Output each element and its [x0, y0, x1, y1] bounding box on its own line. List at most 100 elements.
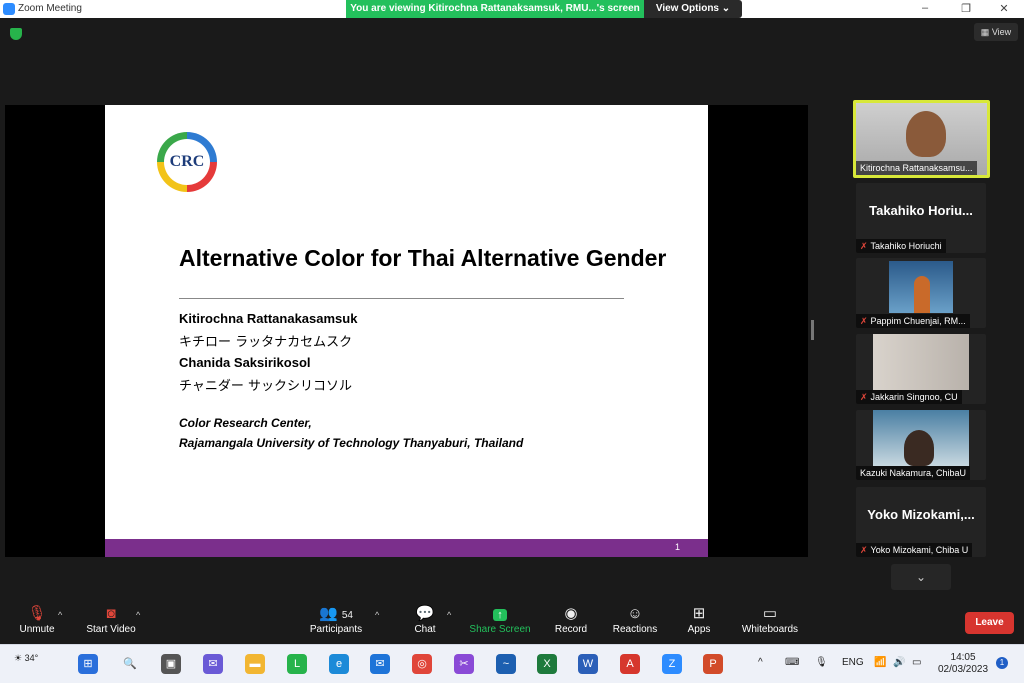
record-label: Record — [554, 624, 588, 635]
search-icon[interactable]: 🔍 — [120, 654, 140, 674]
participant-tile[interactable]: ✗ Jakkarin Singnoo, CU — [856, 334, 986, 404]
notification-badge[interactable]: 1 — [996, 657, 1008, 669]
volume-icon[interactable]: 🔊 — [893, 657, 905, 668]
file-explorer-icon[interactable]: ▬ — [245, 654, 265, 674]
author-2: Chanida Saksirikosol — [179, 355, 311, 370]
participant-name-text: Jakkarin Singnoo, CU — [870, 392, 958, 402]
clock-date: 02/03/2023 — [938, 664, 989, 675]
meeting-toolbar: 🎙 Unmute ^ ◙ Start Video ^ 👥 54 Particip… — [0, 600, 1024, 644]
keyboard-icon[interactable]: ⌨ — [785, 657, 799, 668]
powerpoint-icon[interactable]: P — [703, 654, 723, 674]
view-options-button[interactable]: View Options ⌄ — [644, 0, 742, 18]
slide-page-number: 1 — [674, 542, 680, 552]
chat-options-caret[interactable]: ^ — [447, 610, 451, 620]
apps-label: Apps — [687, 624, 711, 635]
participant-tile[interactable]: Kazuki Nakamura, ChibaU — [856, 410, 986, 480]
author-1: Kitirochna Rattanakasamsuk — [179, 311, 358, 326]
window-title: Zoom Meeting — [18, 3, 82, 14]
video-off-icon: ◙ — [106, 605, 116, 622]
person-head-shape — [904, 430, 934, 466]
reactions-label: Reactions — [612, 624, 658, 635]
author-2-japanese: チャニダー サックシリコソル — [179, 379, 353, 394]
line-app-icon[interactable]: L — [287, 654, 307, 674]
participant-tile[interactable]: Takahiko Horiu... ✗ Takahiko Horiuchi — [856, 183, 986, 253]
scroll-down-button[interactable]: ⌄ — [891, 564, 951, 590]
edge-browser-icon[interactable]: e — [329, 654, 349, 674]
battery-icon[interactable]: ▭ — [912, 657, 921, 668]
affiliation-line-2: Rajamangala University of Technology Tha… — [179, 436, 524, 450]
tray-overflow-icon[interactable]: ^ — [758, 657, 763, 668]
language-indicator[interactable]: ENG — [842, 657, 864, 668]
chrome-icon[interactable]: ◎ — [412, 654, 432, 674]
crc-logo-text: CRC — [164, 139, 210, 185]
chevron-down-icon: ⌄ — [915, 570, 927, 584]
microphone-icon[interactable]: 🎙 — [815, 657, 828, 668]
pdf-reader-icon[interactable]: A — [620, 654, 640, 674]
slide-divider — [179, 298, 624, 299]
windows-taskbar: ☀ 34° ⊞ 🔍 ▣ ✉ ▬ L e ✉ ◎ ✂ ~ X W A Z P ^ … — [0, 644, 1024, 683]
snipping-tool-icon[interactable]: ✂ — [454, 654, 474, 674]
start-icon[interactable]: ⊞ — [78, 654, 98, 674]
clock[interactable]: 14:05 02/03/2023 — [938, 652, 988, 676]
participant-name: Kitirochna Rattanaksamsu... — [856, 161, 977, 175]
screen-share-banner: You are viewing Kitirochna Rattanaksamsu… — [346, 0, 644, 18]
task-view-icon[interactable]: ▣ — [161, 654, 181, 674]
participant-name: ✗ Yoko Mizokami, Chiba U — [856, 543, 973, 557]
video-options-caret[interactable]: ^ — [136, 610, 140, 620]
word-icon[interactable]: W — [578, 654, 598, 674]
weather-widget[interactable]: ☀ 34° — [14, 653, 38, 664]
teams-chat-icon[interactable]: ✉ — [203, 654, 223, 674]
whiteboards-label: Whiteboards — [741, 624, 799, 635]
whiteboard-app-icon[interactable]: ~ — [496, 654, 516, 674]
presentation-slide: CRC Alternative Color for Thai Alternati… — [105, 105, 708, 557]
participant-tile[interactable]: Yoko Mizokami,... ✗ Yoko Mizokami, Chiba … — [856, 487, 986, 557]
participant-name: ✗ Jakkarin Singnoo, CU — [856, 390, 962, 404]
excel-icon[interactable]: X — [537, 654, 557, 674]
panel-resize-handle[interactable] — [811, 320, 814, 340]
security-shield-icon[interactable] — [10, 28, 22, 40]
muted-mic-icon: ✗ — [860, 392, 868, 402]
share-screen-label: Share Screen — [469, 624, 531, 635]
unmute-label: Unmute — [19, 624, 55, 635]
participant-display-name: Yoko Mizokami,... — [867, 507, 975, 522]
affiliation-line-1: Color Research Center, — [179, 416, 312, 430]
participant-name: ✗ Takahiko Horiuchi — [856, 239, 946, 253]
author-1-japanese: キチロー ラッタナカセムスク — [179, 335, 353, 350]
participant-tile-active-speaker[interactable]: Kitirochna Rattanaksamsu... — [853, 100, 990, 178]
participants-options-caret[interactable]: ^ — [375, 610, 379, 620]
close-icon[interactable]: ✕ — [994, 2, 1014, 15]
start-video-button[interactable]: ◙ Start Video — [66, 604, 156, 635]
maximize-icon[interactable]: ❐ — [956, 2, 976, 15]
leave-button[interactable]: Leave — [965, 612, 1014, 634]
participant-name-text: Takahiko Horiuchi — [870, 241, 942, 251]
participant-tile[interactable]: ✗ Pappim Chuenjai, RM... — [856, 258, 986, 328]
whiteboards-button[interactable]: ▭ Whiteboards — [725, 604, 815, 635]
muted-mic-icon: ✗ — [860, 545, 868, 555]
minimize-icon[interactable]: – — [915, 2, 935, 14]
participant-video — [873, 334, 969, 390]
weather-temp: 34° — [24, 653, 39, 663]
wifi-icon[interactable]: 📶 — [874, 657, 886, 668]
chat-label: Chat — [414, 624, 436, 635]
view-button[interactable]: ▦ View — [974, 23, 1018, 41]
start-video-label: Start Video — [86, 624, 136, 635]
participants-button[interactable]: 👥 54 Participants — [291, 604, 381, 635]
grid-icon: ▦ — [980, 27, 990, 37]
muted-mic-icon: ✗ — [860, 316, 868, 326]
slide-footer-bar: 1 — [105, 539, 708, 557]
mail-icon[interactable]: ✉ — [370, 654, 390, 674]
participants-count: 54 — [341, 610, 353, 621]
participant-name-text: Yoko Mizokami, Chiba U — [870, 545, 969, 555]
person-head-shape — [906, 111, 946, 157]
view-options-label: View Options — [655, 3, 719, 14]
participants-label: Participants — [309, 624, 363, 635]
zoom-taskbar-icon[interactable]: Z — [662, 654, 682, 674]
participant-name-text: Pappim Chuenjai, RM... — [870, 316, 966, 326]
slide-title: Alternative Color for Thai Alternative G… — [179, 245, 667, 271]
weather-icon: ☀ — [14, 653, 23, 663]
audio-options-caret[interactable]: ^ — [58, 610, 62, 620]
crc-logo: CRC — [157, 132, 217, 192]
view-button-label: View — [991, 27, 1012, 37]
person-shape — [914, 276, 930, 313]
participant-name: ✗ Pappim Chuenjai, RM... — [856, 314, 970, 328]
